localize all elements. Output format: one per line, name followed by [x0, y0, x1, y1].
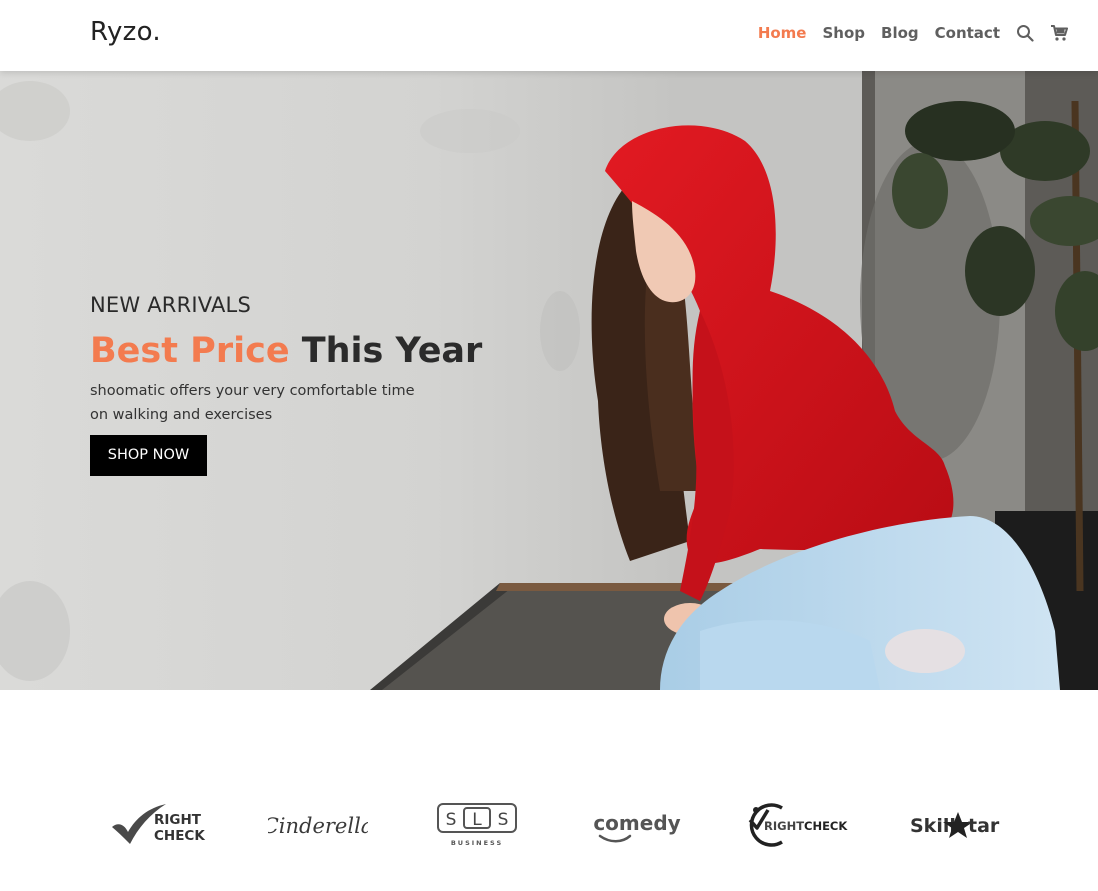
hero-text-block: NEW ARRIVALS Best Price This Year shooma… — [90, 293, 570, 476]
brand-rightcheck2-a: RIGHT — [764, 819, 804, 833]
brand-rightcheck-top: RIGHT — [154, 812, 202, 828]
hero-title-rest: This Year — [301, 331, 483, 371]
brand-logos: RIGHT CHECK Cinderella S L S BUSINESS co… — [0, 690, 1098, 891]
brand-sls-letter-2: L — [472, 810, 482, 830]
brand-skillstar-b: tar — [968, 815, 1000, 837]
brand-logo-sls[interactable]: S L S BUSINESS — [435, 800, 520, 850]
hero-title-accent: Best Price — [90, 331, 290, 371]
brand-logo-rightcheck-circle[interactable]: RIGHT CHECK — [742, 800, 854, 850]
brand-sls-letter-1: S — [446, 810, 457, 830]
brand-logo-skillstar[interactable]: Skill tar — [906, 800, 1006, 850]
nav-shop[interactable]: Shop — [822, 24, 865, 42]
nav-contact[interactable]: Contact — [935, 24, 1000, 42]
hero-banner: NEW ARRIVALS Best Price This Year shooma… — [0, 71, 1098, 690]
brand-logo-cinderella[interactable]: Cinderella — [268, 800, 368, 850]
brand-rightcheck2-b: CHECK — [804, 819, 848, 833]
hero-description: shoomatic offers your very comfortable t… — [90, 383, 415, 423]
site-logo[interactable]: Ryzo. — [90, 17, 161, 47]
brand-rightcheck-bottom: CHECK — [154, 828, 205, 844]
brand-comedy-text: comedy — [593, 811, 680, 835]
site-header: Ryzo. Home Shop Blog Contact — [0, 0, 1098, 71]
cart-icon[interactable] — [1050, 24, 1068, 42]
brand-sls-letter-3: S — [498, 810, 509, 830]
brand-skillstar-a: Skill — [910, 815, 956, 837]
hero-kicker: NEW ARRIVALS — [90, 293, 251, 317]
brand-sls-sub: BUSINESS — [451, 839, 503, 847]
nav-home[interactable]: Home — [758, 24, 807, 42]
search-icon[interactable] — [1016, 24, 1034, 42]
brand-logo-comedy[interactable]: comedy — [590, 800, 685, 850]
shop-now-button[interactable]: SHOP NOW — [90, 435, 207, 476]
nav-blog[interactable]: Blog — [881, 24, 919, 42]
brand-cinderella-text: Cinderella — [268, 814, 368, 838]
hero-title: Best Price This Year — [90, 331, 570, 371]
main-nav: Home Shop Blog Contact — [742, 24, 1068, 42]
brand-logo-rightcheck[interactable]: RIGHT CHECK — [108, 800, 208, 850]
